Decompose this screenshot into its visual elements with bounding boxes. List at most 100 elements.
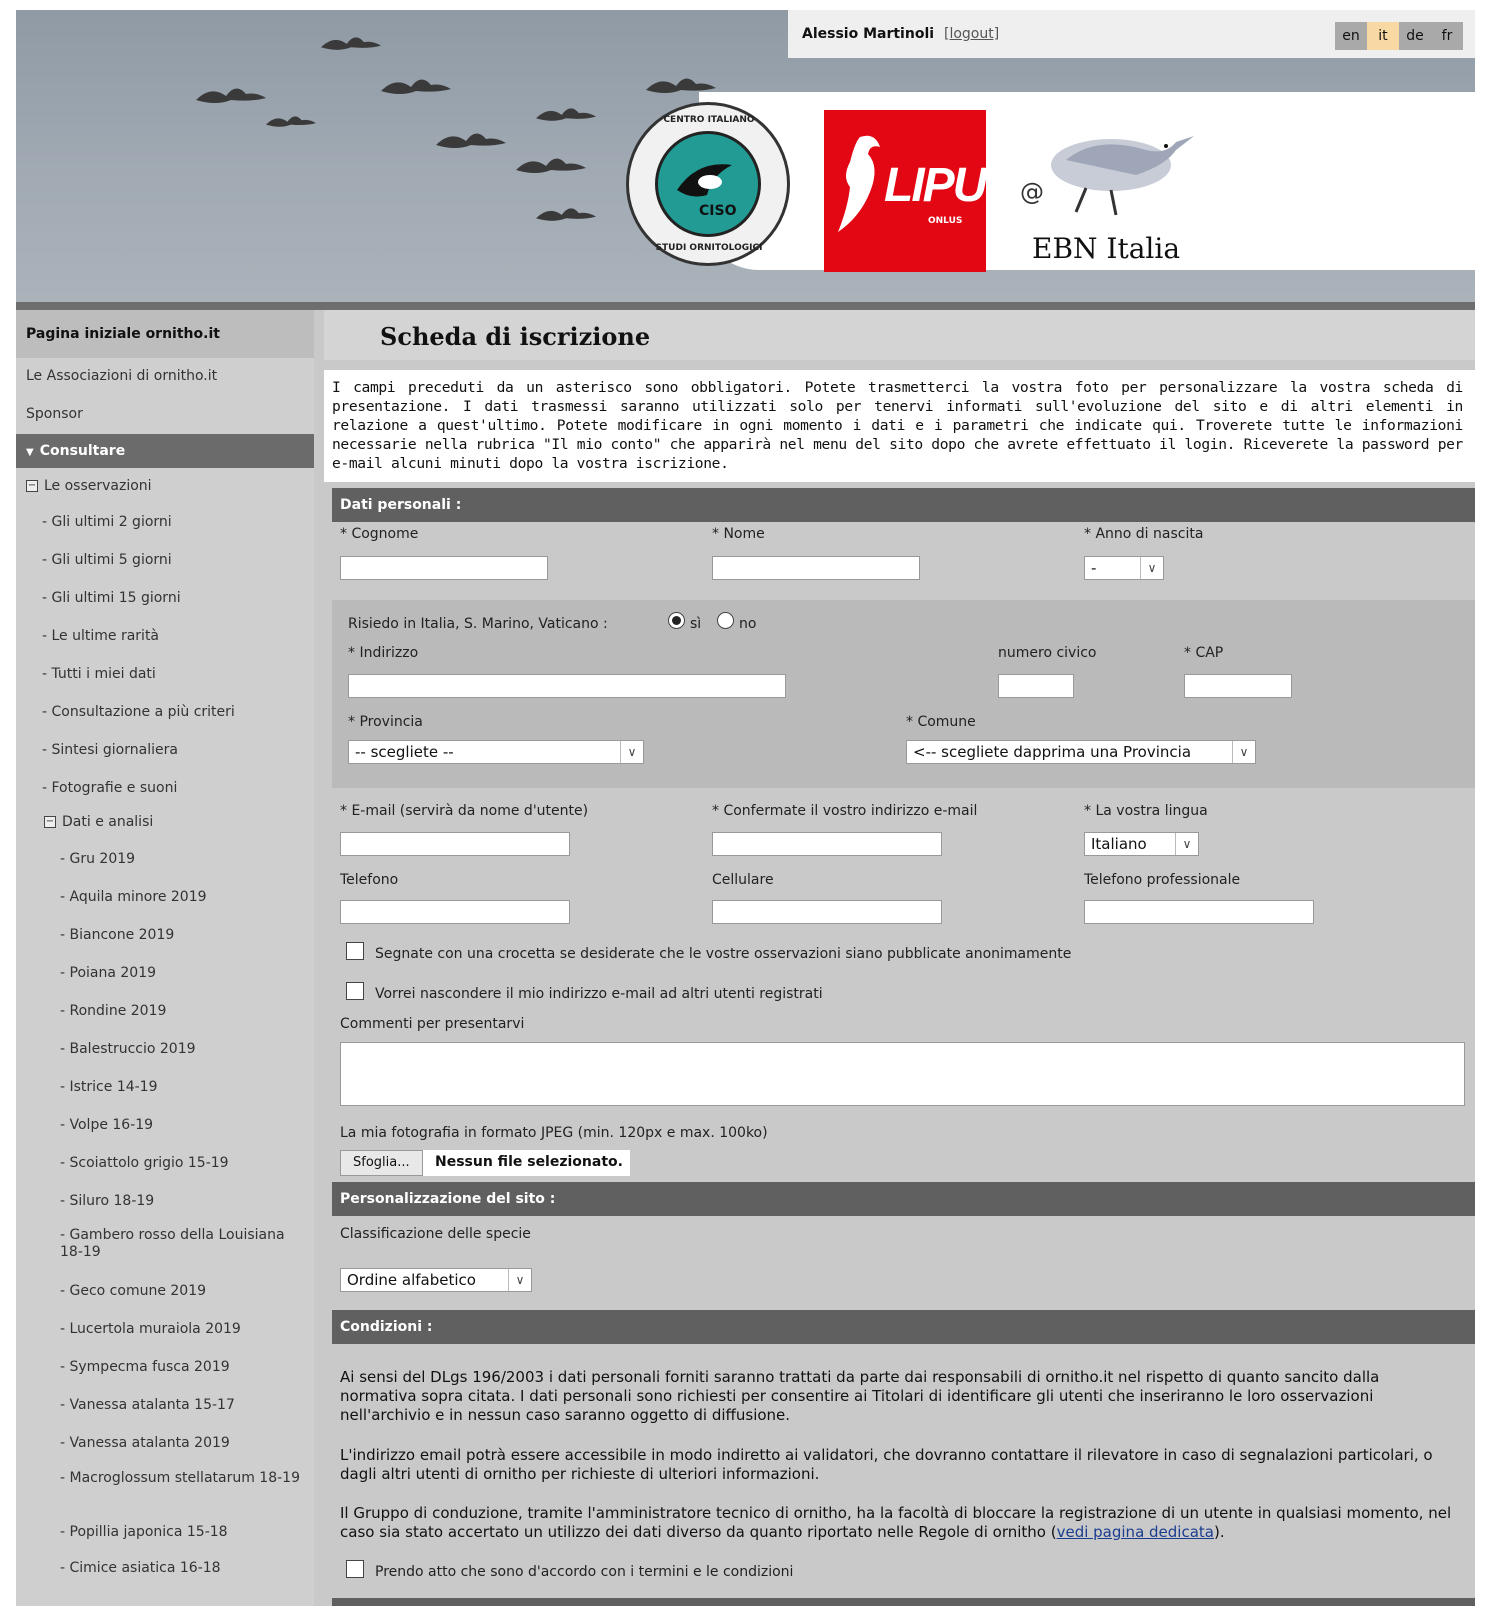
sidebar-item[interactable]: - Sintesi giornaliera [16,742,292,759]
residence-no-radio[interactable] [717,612,734,629]
classification-value: Ordine alfabetico [347,1271,476,1289]
residence-yes-radio[interactable] [668,612,685,629]
bird-icon [321,37,381,50]
sidebar-item[interactable]: - Aquila minore 2019 [16,889,310,906]
sidebar-item-sponsor[interactable]: Sponsor [16,406,324,422]
sidebar-item[interactable]: - Tutti i miei dati [16,666,292,683]
bird-icon [266,116,316,127]
page-title: Scheda di iscrizione [380,322,651,351]
sidebar-item[interactable]: - Volpe 16-19 [16,1117,310,1134]
birth-year-select[interactable]: - ∨ [1084,556,1164,580]
intro-box: I campi preceduti da un asterisco sono o… [324,370,1475,482]
province-label: * Provincia [348,714,423,730]
header-divider [16,302,1475,310]
lang-en[interactable]: en [1335,22,1367,50]
email-confirm-label: * Confermate il vostro indirizzo e-mail [712,803,978,819]
phone-input[interactable] [340,900,570,924]
rules-page-link[interactable]: vedi pagina dedicata [1057,1523,1214,1541]
bird-icon [436,133,506,148]
hoopoe-icon [838,135,880,232]
residence-no-label: no [739,616,757,632]
sidebar-item[interactable]: - Biancone 2019 [16,927,310,944]
sidebar-item[interactable]: - Vanessa atalanta 15-17 [16,1397,310,1414]
chevron-down-icon: ∨ [508,1269,531,1291]
sidebar-item[interactable]: - Poiana 2019 [16,965,310,982]
lang-de[interactable]: de [1399,22,1431,50]
residence-block: Risiedo in Italia, S. Marino, Vaticano :… [332,600,1475,788]
email-confirm-input[interactable] [712,832,942,856]
name-label: * Nome [712,526,765,542]
bird-icon [536,108,596,121]
agree-terms-label: Prendo atto che sono d'accordo con i ter… [375,1564,794,1580]
ciso-text: CISO [699,203,737,219]
conditions-paragraph-1: Ai sensi del DLgs 196/2003 i dati person… [340,1368,1380,1424]
anonymous-checkbox[interactable] [346,942,364,960]
sidebar-item[interactable]: - Balestruccio 2019 [16,1041,310,1058]
language-label: * La vostra lingua [1084,803,1208,819]
sidebar-item-observations[interactable]: − Le osservazioni [16,478,324,494]
sidebar-item[interactable]: - Le ultime rarità [16,628,292,645]
lang-it[interactable]: it [1367,22,1399,50]
sidebar: Pagina iniziale ornitho.it Le Associazio… [16,310,314,1606]
sidebar-item-associations[interactable]: Le Associazioni di ornitho.it [16,368,324,384]
sidebar-item[interactable]: - Siluro 18-19 [16,1193,310,1210]
sidebar-item[interactable]: - Geco comune 2019 [16,1283,310,1300]
sidebar-item[interactable]: - Macroglossum stellatarum 18-19 [16,1470,310,1487]
comments-textarea[interactable] [340,1042,1465,1106]
sidebar-item[interactable]: - Lucertola muraiola 2019 [16,1321,310,1338]
sidebar-item-label: Le osservazioni [44,478,152,494]
sidebar-item[interactable]: - Rondine 2019 [16,1003,310,1020]
sidebar-section-consult[interactable]: ▼ Consultare [16,434,314,468]
ebn-text: EBN Italia [1032,232,1181,265]
collapse-icon[interactable]: − [44,816,56,828]
page-title-bar: Scheda di iscrizione [324,310,1475,360]
sidebar-item[interactable]: - Gru 2019 [16,851,310,868]
file-picker: Sfoglia... Nessun file selezionato. [340,1150,630,1176]
sidebar-item[interactable]: - Fotografie e suoni [16,780,292,797]
chevron-down-icon: ∨ [620,741,643,763]
lipu-logo: LIPU ONLUS [824,110,987,272]
sidebar-item[interactable]: - Gli ultimi 15 giorni [16,590,292,607]
logout-link[interactable]: [logout] [944,26,999,42]
sidebar-item[interactable]: - Vanessa atalanta 2019 [16,1435,310,1452]
sidebar-item[interactable]: - Gli ultimi 2 giorni [16,514,292,531]
bird-icon [381,79,451,94]
agree-terms-checkbox[interactable] [346,1560,364,1578]
header-banner: Alessio Martinoli [logout] en it de fr C… [16,10,1475,302]
language-select[interactable]: Italiano ∨ [1084,832,1199,856]
lang-fr[interactable]: fr [1431,22,1463,50]
ciso-ring-bottom: STUDI ORNITOLOGICI [655,243,763,253]
lipu-sub: ONLUS [928,216,963,226]
comune-value: <-- scegliete dapprima una Provincia [913,743,1192,761]
comune-label: * Comune [906,714,976,730]
sidebar-item[interactable]: - Istrice 14-19 [16,1079,310,1096]
address-label: * Indirizzo [348,645,419,661]
sidebar-item-analysis[interactable]: − Dati e analisi [16,814,342,830]
civic-number-input[interactable] [998,674,1074,698]
sidebar-item[interactable]: - Sympecma fusca 2019 [16,1359,310,1376]
mobile-input[interactable] [712,900,942,924]
comune-select[interactable]: <-- scegliete dapprima una Provincia ∨ [906,740,1256,764]
sidebar-item[interactable]: - Consultazione a più criteri [16,704,292,721]
hide-email-checkbox[interactable] [346,982,364,1000]
name-input[interactable] [712,556,920,580]
sidebar-item[interactable]: - Gambero rosso della Louisiana 18-19 [16,1227,310,1261]
classification-select[interactable]: Ordine alfabetico ∨ [340,1268,532,1292]
birth-year-label: * Anno di nascita [1084,526,1204,542]
sidebar-item[interactable]: - Gli ultimi 5 giorni [16,552,292,569]
sidebar-item[interactable]: - Popillia japonica 15-18 [16,1524,310,1541]
province-select[interactable]: -- scegliete -- ∨ [348,740,644,764]
page: Alessio Martinoli [logout] en it de fr C… [16,10,1475,1606]
collapse-icon[interactable]: − [26,480,38,492]
sidebar-item[interactable]: - Scoiattolo grigio 15-19 [16,1155,310,1172]
sidebar-item[interactable]: - Cimice asiatica 16-18 [16,1560,310,1577]
work-phone-input[interactable] [1084,900,1314,924]
sidebar-item-home[interactable]: Pagina iniziale ornitho.it [16,310,314,358]
browse-button[interactable]: Sfoglia... [340,1150,423,1176]
bird-icon [536,208,596,221]
cap-input[interactable] [1184,674,1292,698]
email-input[interactable] [340,832,570,856]
address-input[interactable] [348,674,786,698]
intro-text: I campi preceduti da un asterisco sono o… [332,379,1463,472]
surname-input[interactable] [340,556,548,580]
